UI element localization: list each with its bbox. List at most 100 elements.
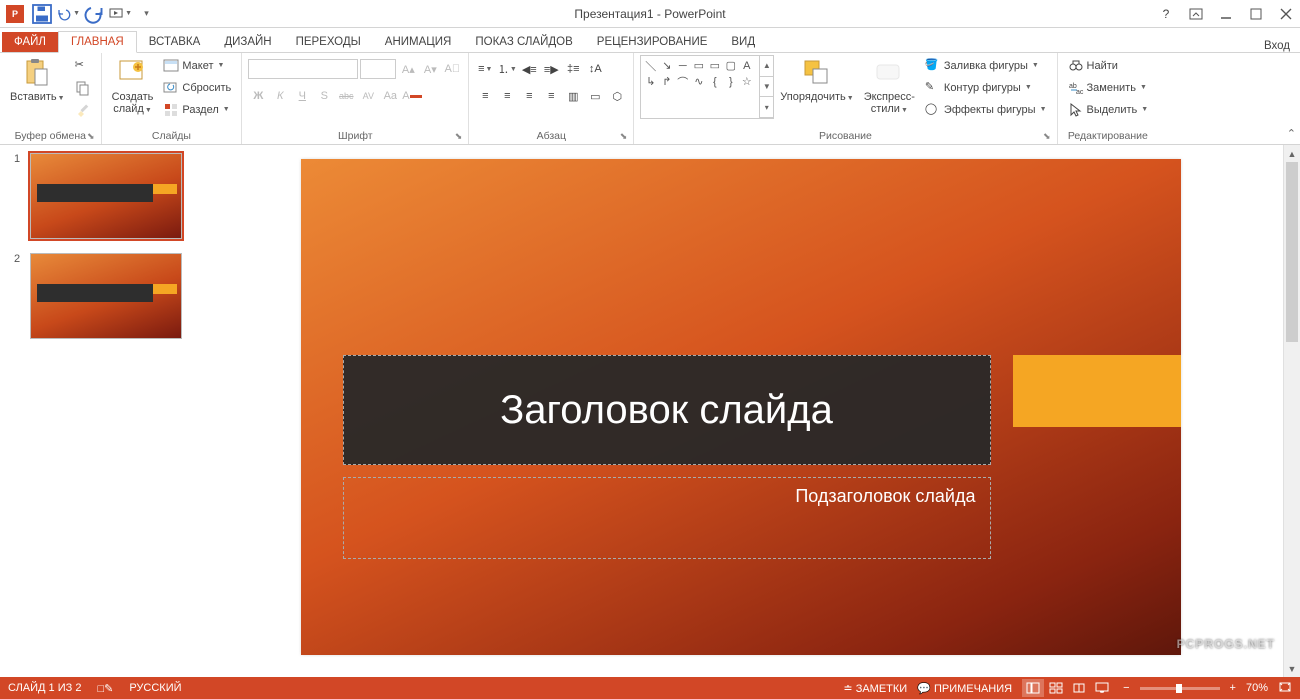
- columns-button[interactable]: ▥: [563, 86, 583, 106]
- shape-fill-button[interactable]: 🪣Заливка фигуры▼: [921, 55, 1051, 76]
- slide-canvas-area[interactable]: Заголовок слайда Подзаголовок слайда PCP…: [198, 145, 1283, 677]
- shapes-gallery[interactable]: ＼ ↘ ─ ▭ ▭ ▢ A ↳ ↱ ⌒ ∿ { } ☆: [640, 55, 760, 119]
- align-left-button[interactable]: ≡: [475, 86, 495, 106]
- find-button[interactable]: Найти: [1064, 55, 1153, 76]
- normal-view-icon[interactable]: [1022, 679, 1044, 697]
- shape-brace-icon[interactable]: {: [707, 74, 722, 89]
- title-placeholder[interactable]: Заголовок слайда: [343, 355, 991, 465]
- copy-button[interactable]: [71, 77, 95, 98]
- replace-button[interactable]: abacЗаменить▼: [1064, 77, 1153, 98]
- sorter-view-icon[interactable]: [1045, 679, 1067, 697]
- dialog-launcher-icon[interactable]: ⬊: [620, 131, 628, 142]
- decrease-indent-button[interactable]: ◀≡: [519, 59, 539, 79]
- shape-outline-button[interactable]: ✎Контур фигуры▼: [921, 77, 1051, 98]
- line-spacing-button[interactable]: ‡≡: [563, 59, 583, 79]
- tab-animations[interactable]: АНИМАЦИЯ: [373, 32, 464, 52]
- tab-file[interactable]: ФАЙЛ: [2, 32, 58, 52]
- arrange-button[interactable]: Упорядочить▼: [776, 55, 857, 105]
- reset-button[interactable]: Сбросить: [159, 77, 235, 98]
- dialog-launcher-icon[interactable]: ⬊: [1043, 131, 1051, 142]
- notes-button[interactable]: ≐ ЗАМЕТКИ: [843, 682, 907, 695]
- scroll-down-icon[interactable]: ▼: [1284, 660, 1300, 677]
- dialog-launcher-icon[interactable]: ⬊: [87, 131, 95, 142]
- font-size-combo[interactable]: [360, 59, 396, 79]
- shadow-button[interactable]: S: [314, 86, 334, 106]
- shape-line-icon[interactable]: ＼: [643, 58, 658, 73]
- maximize-icon[interactable]: [1242, 2, 1270, 26]
- tab-review[interactable]: РЕЦЕНЗИРОВАНИЕ: [585, 32, 720, 52]
- spell-check-icon[interactable]: □✎: [97, 682, 113, 695]
- collapse-ribbon-icon[interactable]: ⌃: [1287, 127, 1296, 140]
- comments-button[interactable]: 💬 ПРИМЕЧАНИЯ: [917, 682, 1012, 695]
- tab-insert[interactable]: ВСТАВКА: [137, 32, 213, 52]
- start-from-beginning-icon[interactable]: ▼: [108, 2, 132, 26]
- shape-line2-icon[interactable]: ─: [675, 58, 690, 73]
- shape-rect-icon[interactable]: ▭: [691, 58, 706, 73]
- shape-effects-button[interactable]: ◯Эффекты фигуры▼: [921, 99, 1051, 120]
- align-text-button[interactable]: ▭: [585, 86, 605, 106]
- tab-home[interactable]: ГЛАВНАЯ: [58, 31, 137, 53]
- paste-button[interactable]: Вставить▼: [6, 55, 69, 105]
- italic-button[interactable]: К: [270, 86, 290, 106]
- zoom-out-button[interactable]: −: [1123, 682, 1129, 694]
- zoom-level[interactable]: 70%: [1246, 682, 1268, 694]
- slide-counter[interactable]: СЛАЙД 1 ИЗ 2: [8, 682, 81, 695]
- new-slide-button[interactable]: Создать слайд▼: [108, 55, 158, 117]
- justify-button[interactable]: ≡: [541, 86, 561, 106]
- slideshow-view-icon[interactable]: [1091, 679, 1113, 697]
- select-button[interactable]: Выделить▼: [1064, 99, 1153, 120]
- slide[interactable]: Заголовок слайда Подзаголовок слайда: [301, 159, 1181, 655]
- undo-icon[interactable]: ▼: [56, 2, 80, 26]
- shape-curve-icon[interactable]: ⌒: [675, 74, 690, 89]
- thumbnail-1[interactable]: 1: [14, 153, 184, 239]
- redo-icon[interactable]: [82, 2, 106, 26]
- reading-view-icon[interactable]: [1068, 679, 1090, 697]
- bold-button[interactable]: Ж: [248, 86, 268, 106]
- shape-free-icon[interactable]: ∿: [691, 74, 706, 89]
- cut-button[interactable]: ✂: [71, 55, 95, 76]
- sign-in-link[interactable]: Вход: [1264, 40, 1290, 52]
- close-icon[interactable]: [1272, 2, 1300, 26]
- shape-brace2-icon[interactable]: }: [723, 74, 738, 89]
- help-icon[interactable]: ?: [1152, 2, 1180, 26]
- zoom-slider[interactable]: [1140, 687, 1220, 690]
- shape-textbox-icon[interactable]: A: [739, 58, 754, 73]
- tab-view[interactable]: ВИД: [719, 32, 767, 52]
- align-center-button[interactable]: ≡: [497, 86, 517, 106]
- tab-slideshow[interactable]: ПОКАЗ СЛАЙДОВ: [463, 32, 584, 52]
- change-case-button[interactable]: Aa: [380, 86, 400, 106]
- shape-conn2-icon[interactable]: ↱: [659, 74, 674, 89]
- subtitle-placeholder[interactable]: Подзаголовок слайда: [343, 477, 991, 559]
- shape-arrow-icon[interactable]: ↘: [659, 58, 674, 73]
- shape-rect2-icon[interactable]: ▭: [707, 58, 722, 73]
- minimize-icon[interactable]: [1212, 2, 1240, 26]
- language-indicator[interactable]: РУССКИЙ: [129, 682, 181, 695]
- shrink-font-button[interactable]: A▾: [420, 59, 440, 79]
- text-direction-button[interactable]: ↕A: [585, 59, 605, 79]
- dialog-launcher-icon[interactable]: ⬊: [455, 131, 463, 142]
- vertical-scrollbar[interactable]: ▲ ▼: [1283, 145, 1300, 677]
- tab-design[interactable]: ДИЗАЙН: [212, 32, 283, 52]
- gallery-scroll[interactable]: ▲▼▾: [760, 55, 774, 119]
- grow-font-button[interactable]: A▴: [398, 59, 418, 79]
- qat-customize-icon[interactable]: ▾: [134, 2, 158, 26]
- shape-roundrect-icon[interactable]: ▢: [723, 58, 738, 73]
- format-painter-button[interactable]: [71, 99, 95, 120]
- scroll-up-icon[interactable]: ▲: [1284, 145, 1300, 162]
- smartart-button[interactable]: ⬡: [607, 86, 627, 106]
- clear-format-button[interactable]: A⃠: [442, 59, 462, 79]
- numbering-button[interactable]: ⒈▼: [497, 59, 517, 79]
- bullets-button[interactable]: ≡▼: [475, 59, 495, 79]
- layout-button[interactable]: Макет▼: [159, 55, 235, 76]
- section-button[interactable]: Раздел▼: [159, 99, 235, 120]
- shape-conn-icon[interactable]: ↳: [643, 74, 658, 89]
- shape-star-icon[interactable]: ☆: [739, 74, 754, 89]
- save-icon[interactable]: [30, 2, 54, 26]
- tab-transitions[interactable]: ПЕРЕХОДЫ: [284, 32, 373, 52]
- increase-indent-button[interactable]: ≡▶: [541, 59, 561, 79]
- thumbnail-2[interactable]: 2: [14, 253, 184, 339]
- font-color-button[interactable]: A: [402, 86, 422, 106]
- underline-button[interactable]: Ч: [292, 86, 312, 106]
- align-right-button[interactable]: ≡: [519, 86, 539, 106]
- fit-to-window-icon[interactable]: [1278, 681, 1292, 696]
